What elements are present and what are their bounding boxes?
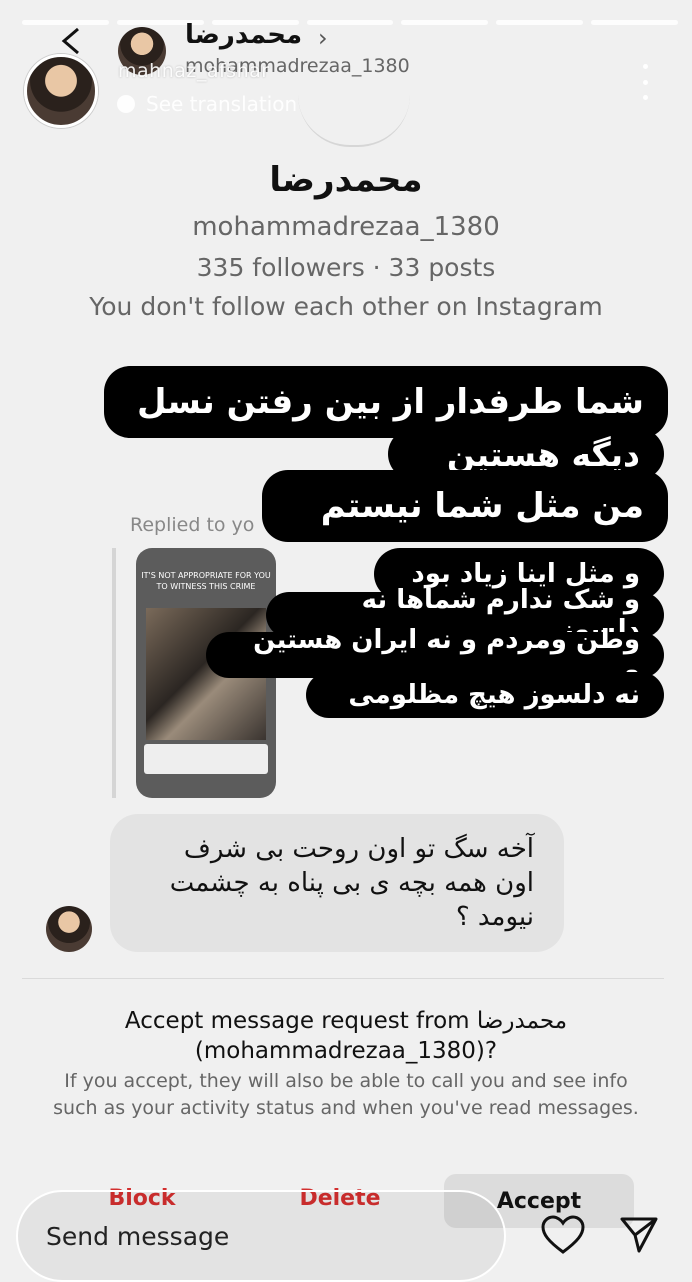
request-title: Accept message request from محمدرضا (moh… [40,1006,652,1066]
send-message-placeholder: Send message [46,1222,230,1251]
story-username[interactable]: mahnaz_afshar [118,60,270,82]
send-icon[interactable] [618,1214,660,1256]
profile-name: محمدرضا [269,160,423,200]
profile-handle: mohammadrezaa_1380 [192,212,500,242]
reply-indicator-bar [112,548,116,798]
story-progress-bar [22,20,679,26]
request-title-handle: (mohammadrezaa_1380)? [194,1038,498,1064]
message-bubble[interactable]: آخه سگ تو اون روحت بی شرف اون همه بچه ی … [110,814,564,952]
divider [22,978,664,979]
more-options-icon[interactable] [638,64,652,100]
progress-segment [401,20,489,25]
see-translation-link[interactable]: See translation [116,92,297,116]
preview-caption [144,744,268,774]
see-translation-label: See translation [146,92,298,116]
request-title-name: محمدرضا [476,1008,568,1034]
profile-picture-outline [298,95,410,147]
story-text-line: من مثل شما نیستم [262,470,668,542]
back-arrow-icon[interactable] [58,26,84,56]
follow-status: You don't follow each other on Instagram [89,292,603,321]
progress-segment [22,20,109,25]
replied-label: Replied to yo [130,514,255,536]
request-title-prefix: Accept message request from [124,1008,470,1034]
story-avatar[interactable] [24,54,98,128]
translate-icon [117,95,135,113]
progress-segment [591,20,679,25]
request-description: If you accept, they will also be able to… [53,1070,639,1119]
profile-stats: 335 followers · 33 posts [196,253,496,282]
heart-icon[interactable] [540,1214,586,1256]
chevron-right-icon[interactable]: › [318,24,328,52]
story-text-line: نه دلسوز هیچ مظلومی [306,672,664,718]
preview-title: IT'S NOT APPROPRIATE FOR YOU TO WITNESS … [141,571,271,591]
dm-header-name[interactable]: محمدرضا [185,20,302,50]
progress-segment [496,20,584,25]
sender-avatar[interactable] [46,906,92,952]
